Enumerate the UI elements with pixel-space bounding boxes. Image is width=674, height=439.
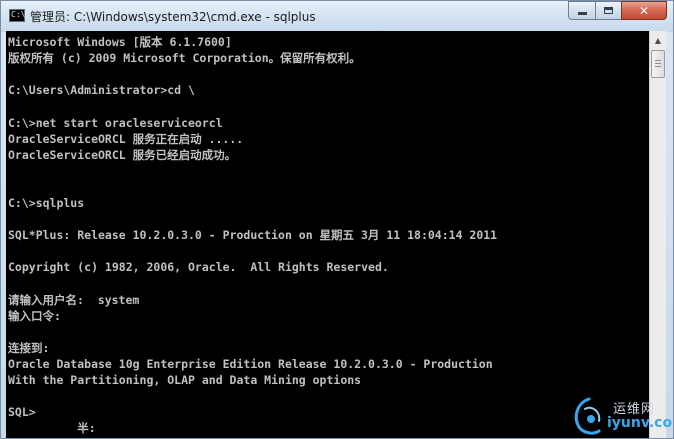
vertical-scrollbar[interactable]: ▲ <box>649 31 666 438</box>
console-line: OracleServiceORCL 服务已经启动成功。 <box>8 147 237 162</box>
watermark-url: iyunv.com <box>607 415 673 431</box>
watermark: 运维网 iyunv.com <box>569 395 673 437</box>
console-line: OracleServiceORCL 服务正在启动 ..... <box>8 131 244 146</box>
maximize-button[interactable] <box>595 1 621 20</box>
console-output[interactable]: Microsoft Windows [版本 6.1.7600] 版权所有 (c) … <box>6 31 649 438</box>
scroll-up-arrow-icon[interactable]: ▲ <box>650 32 666 49</box>
console-line: 版权所有 (c) 2009 Microsoft Corporation。保留所有… <box>8 51 361 66</box>
console-line: Copyright (c) 1982, 2006, Oracle. All Ri… <box>8 260 389 275</box>
console-line: Oracle Database 10g Enterprise Edition R… <box>8 357 493 371</box>
console-line: C:\>sqlplus <box>8 196 85 210</box>
thumb-grip <box>655 60 661 61</box>
title-bar[interactable]: C:\ 管理员: C:\Windows\system32\cmd.exe - s… <box>1 1 673 32</box>
console-line: 请输入用户名: system <box>8 292 140 307</box>
console-line: Microsoft Windows [版本 6.1.7600] <box>8 35 232 49</box>
console-line: 输入口令: <box>8 308 61 323</box>
cmd-prompt-icon[interactable]: C:\ <box>9 9 25 22</box>
console-line: C:\Users\Administrator>cd \ <box>8 83 195 98</box>
maximize-icon <box>604 7 613 14</box>
thumb-grip <box>655 66 661 67</box>
close-icon: ✕ <box>638 3 650 18</box>
window-title: 管理员: C:\Windows\system32\cmd.exe - sqlpl… <box>30 10 316 24</box>
minimize-button[interactable] <box>568 1 595 20</box>
console-line: C:\>net start oracleserviceorcl <box>8 115 223 130</box>
close-button[interactable]: ✕ <box>621 1 667 20</box>
thumb-grip <box>655 63 661 64</box>
window-controls: ✕ <box>568 1 667 21</box>
cmd-window: C:\ 管理员: C:\Windows\system32\cmd.exe - s… <box>0 0 674 439</box>
minimize-icon <box>577 12 587 15</box>
console-line: With the Partitioning, OLAP and Data Min… <box>8 373 362 388</box>
console-line: 半: <box>8 421 96 436</box>
console-line: SQL> <box>8 405 36 420</box>
console-line: 连接到: <box>8 340 50 355</box>
console-line: SQL*Plus: Release 10.2.0.3.0 - Productio… <box>8 228 498 243</box>
watermark-logo-icon <box>574 397 601 435</box>
scrollbar-thumb[interactable] <box>651 50 665 78</box>
